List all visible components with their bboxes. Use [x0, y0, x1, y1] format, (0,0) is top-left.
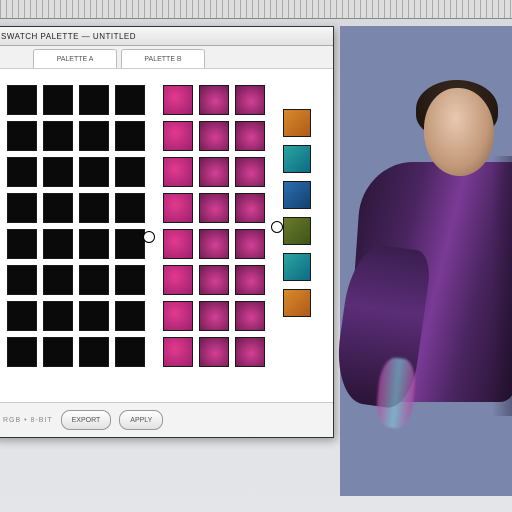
swatch-cell[interactable] — [199, 157, 229, 187]
swatch-cell[interactable] — [115, 121, 145, 151]
swatch-cell[interactable] — [235, 121, 265, 151]
swatch-cell[interactable] — [7, 337, 37, 367]
swatch-cell[interactable] — [43, 193, 73, 223]
swatch-side-strip — [283, 109, 311, 317]
figure-shadow — [492, 156, 512, 416]
swatch-cell[interactable] — [283, 253, 311, 281]
window-title: SWATCH PALETTE — UNTITLED — [1, 32, 136, 41]
swatch-cell[interactable] — [163, 193, 193, 223]
swatch-cell[interactable] — [163, 265, 193, 295]
top-ruler — [0, 0, 512, 19]
swatch-cell[interactable] — [79, 229, 109, 259]
apply-button[interactable]: APPLY — [119, 410, 163, 430]
swatch-cell[interactable] — [115, 193, 145, 223]
swatch-cell[interactable] — [283, 181, 311, 209]
swatch-cell[interactable] — [283, 145, 311, 173]
window-titlebar[interactable]: SWATCH PALETTE — UNTITLED — [0, 27, 333, 46]
swatch-editor-window: SWATCH PALETTE — UNTITLED PALETTE A PALE… — [0, 26, 334, 438]
swatch-cell[interactable] — [163, 337, 193, 367]
group-handle-left[interactable] — [143, 231, 155, 243]
swatch-cell[interactable] — [7, 157, 37, 187]
swatch-grid-b — [163, 85, 265, 367]
swatch-cell[interactable] — [43, 157, 73, 187]
swatch-cell[interactable] — [7, 265, 37, 295]
swatch-cell[interactable] — [115, 337, 145, 367]
swatch-cell[interactable] — [79, 121, 109, 151]
swatch-cell[interactable] — [163, 229, 193, 259]
swatch-cell[interactable] — [283, 289, 311, 317]
swatch-cell[interactable] — [43, 337, 73, 367]
swatch-cell[interactable] — [115, 85, 145, 115]
swatch-cell[interactable] — [115, 265, 145, 295]
tab-palette-a[interactable]: PALETTE A — [33, 49, 117, 68]
preview-panel — [340, 26, 512, 496]
swatch-cell[interactable] — [235, 85, 265, 115]
swatch-cell[interactable] — [115, 301, 145, 331]
swatch-cell[interactable] — [235, 157, 265, 187]
swatch-cell[interactable] — [7, 193, 37, 223]
swatch-cell[interactable] — [79, 265, 109, 295]
swatch-cell[interactable] — [7, 121, 37, 151]
swatch-cell[interactable] — [199, 265, 229, 295]
swatch-cell[interactable] — [199, 85, 229, 115]
swatch-cell[interactable] — [199, 229, 229, 259]
swatch-cell[interactable] — [199, 193, 229, 223]
swatch-cell[interactable] — [79, 193, 109, 223]
swatch-cell[interactable] — [235, 265, 265, 295]
desktop-background: SWATCH PALETTE — UNTITLED PALETTE A PALE… — [0, 0, 512, 512]
swatch-cell[interactable] — [79, 157, 109, 187]
swatch-cell[interactable] — [7, 301, 37, 331]
figure-head — [424, 88, 494, 176]
swatch-cell[interactable] — [163, 157, 193, 187]
swatch-cell[interactable] — [79, 301, 109, 331]
swatch-cell[interactable] — [43, 85, 73, 115]
tab-palette-b[interactable]: PALETTE B — [121, 49, 205, 68]
swatch-cell[interactable] — [43, 301, 73, 331]
swatch-cell[interactable] — [163, 121, 193, 151]
export-button[interactable]: EXPORT — [61, 410, 112, 430]
swatch-cell[interactable] — [163, 85, 193, 115]
swatch-cell[interactable] — [115, 157, 145, 187]
group-handle-right[interactable] — [271, 221, 283, 233]
swatch-cell[interactable] — [235, 193, 265, 223]
swatch-cell[interactable] — [43, 265, 73, 295]
footer-status: RGB • 8-BIT — [3, 417, 53, 424]
swatch-cell[interactable] — [235, 301, 265, 331]
swatch-cell[interactable] — [79, 85, 109, 115]
tab-strip: PALETTE A PALETTE B — [0, 46, 333, 69]
swatch-cell[interactable] — [283, 217, 311, 245]
window-footer: RGB • 8-BIT EXPORT APPLY — [0, 402, 333, 437]
swatch-cell[interactable] — [199, 121, 229, 151]
swatch-cell[interactable] — [7, 229, 37, 259]
swatch-cell[interactable] — [283, 109, 311, 137]
swatch-cell[interactable] — [199, 301, 229, 331]
swatch-cell[interactable] — [235, 229, 265, 259]
preview-figure — [332, 76, 512, 496]
swatch-cell[interactable] — [199, 337, 229, 367]
swatch-cell[interactable] — [163, 301, 193, 331]
swatch-cell[interactable] — [7, 85, 37, 115]
swatch-cell[interactable] — [43, 229, 73, 259]
swatch-cell[interactable] — [115, 229, 145, 259]
swatch-cell[interactable] — [79, 337, 109, 367]
swatch-cell[interactable] — [43, 121, 73, 151]
swatch-canvas — [0, 69, 333, 423]
swatch-cell[interactable] — [235, 337, 265, 367]
swatch-grid-a — [7, 85, 145, 367]
